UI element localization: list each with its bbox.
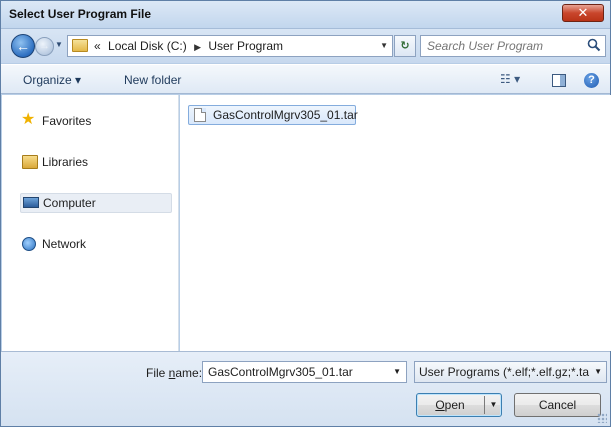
- file-name-value: GasControlMgrv305_01.tar: [208, 365, 353, 379]
- sidebar-item-computer[interactable]: Computer: [20, 193, 172, 213]
- library-icon: [22, 155, 38, 169]
- view-options-icon[interactable]: ☷ ▾: [500, 72, 520, 86]
- back-button[interactable]: ←: [11, 34, 35, 58]
- new-folder-button[interactable]: New folder: [124, 73, 181, 87]
- list-item[interactable]: GasControlMgrv305_01.tar: [188, 105, 358, 125]
- cancel-button[interactable]: Cancel: [514, 393, 601, 417]
- dialog-footer: File name: GasControlMgrv305_01.tar ▼ Us…: [1, 351, 610, 426]
- help-icon[interactable]: ?: [584, 73, 599, 88]
- address-dropdown-icon[interactable]: ▼: [380, 41, 388, 50]
- split-divider: [484, 396, 485, 414]
- breadcrumb-user-program[interactable]: User Program: [208, 39, 283, 53]
- sidebar-item-label: Computer: [43, 196, 96, 210]
- file-type-select[interactable]: User Programs (*.elf;*.elf.gz;*.ta ▼: [414, 361, 607, 383]
- back-arrow-icon: ←: [16, 38, 30, 54]
- address-bar[interactable]: « Local Disk (C:) ▶ User Program ▼: [67, 35, 393, 57]
- breadcrumb: « Local Disk (C:) ▶ User Program: [94, 39, 287, 53]
- dialog-title: Select User Program File: [9, 7, 152, 21]
- search-box[interactable]: [420, 35, 606, 57]
- close-icon: ✕: [577, 5, 589, 20]
- sidebar-item-favorites[interactable]: ★ Favorites: [20, 111, 175, 132]
- file-list[interactable]: GasControlMgrv305_01.tar: [180, 95, 611, 351]
- file-type-value: User Programs (*.elf;*.elf.gz;*.ta: [419, 365, 590, 379]
- organize-button[interactable]: Organize ▾: [23, 73, 81, 87]
- close-button[interactable]: ✕: [562, 4, 604, 22]
- history-dropdown-icon[interactable]: ▼: [55, 40, 63, 49]
- folder-icon: [72, 39, 88, 52]
- preview-pane-icon[interactable]: [552, 74, 566, 87]
- command-bar: Organize ▾ New folder ☷ ▾ ?: [1, 64, 610, 94]
- chevron-right-icon[interactable]: ▶: [194, 42, 201, 52]
- refresh-icon: ↻: [400, 40, 410, 52]
- file-name: GasControlMgrv305_01.tar: [213, 108, 358, 122]
- file-icon: [194, 108, 206, 122]
- search-input[interactable]: [421, 36, 581, 56]
- sidebar-item-libraries[interactable]: Libraries: [20, 153, 175, 173]
- file-name-field[interactable]: GasControlMgrv305_01.tar ▼: [202, 361, 407, 383]
- forward-arrow-icon: →: [39, 40, 50, 52]
- file-name-label: File name:: [146, 366, 203, 380]
- open-options-chevron-icon[interactable]: ▼: [487, 394, 500, 416]
- chevron-down-icon[interactable]: ▼: [393, 362, 401, 382]
- sidebar-item-label: Favorites: [42, 114, 92, 128]
- star-icon: ★: [21, 111, 36, 128]
- navigation-pane: ★ Favorites Libraries Computer Network: [2, 95, 179, 351]
- navigation-bar: ← → ▼ « Local Disk (C:) ▶ User Program ▼…: [1, 29, 610, 63]
- chevron-down-icon[interactable]: ▼: [591, 362, 602, 382]
- sidebar-item-label: Libraries: [42, 155, 89, 169]
- breadcrumb-overflow[interactable]: «: [94, 39, 101, 53]
- open-button-label: Open: [435, 398, 465, 412]
- sidebar-item-network[interactable]: Network: [20, 235, 175, 255]
- sidebar-item-label: Network: [42, 237, 87, 251]
- refresh-button[interactable]: ↻: [394, 35, 416, 57]
- forward-button[interactable]: →: [35, 37, 54, 56]
- network-icon: [22, 237, 36, 251]
- file-dialog: Select User Program File ✕ ← → ▼ « Local…: [0, 0, 611, 427]
- open-button[interactable]: Open ▼: [416, 393, 502, 417]
- computer-icon: [23, 197, 39, 208]
- search-icon[interactable]: [587, 38, 601, 52]
- breadcrumb-local-disk[interactable]: Local Disk (C:): [108, 39, 187, 53]
- resize-grip[interactable]: [597, 413, 607, 423]
- title-bar: Select User Program File ✕: [1, 1, 610, 29]
